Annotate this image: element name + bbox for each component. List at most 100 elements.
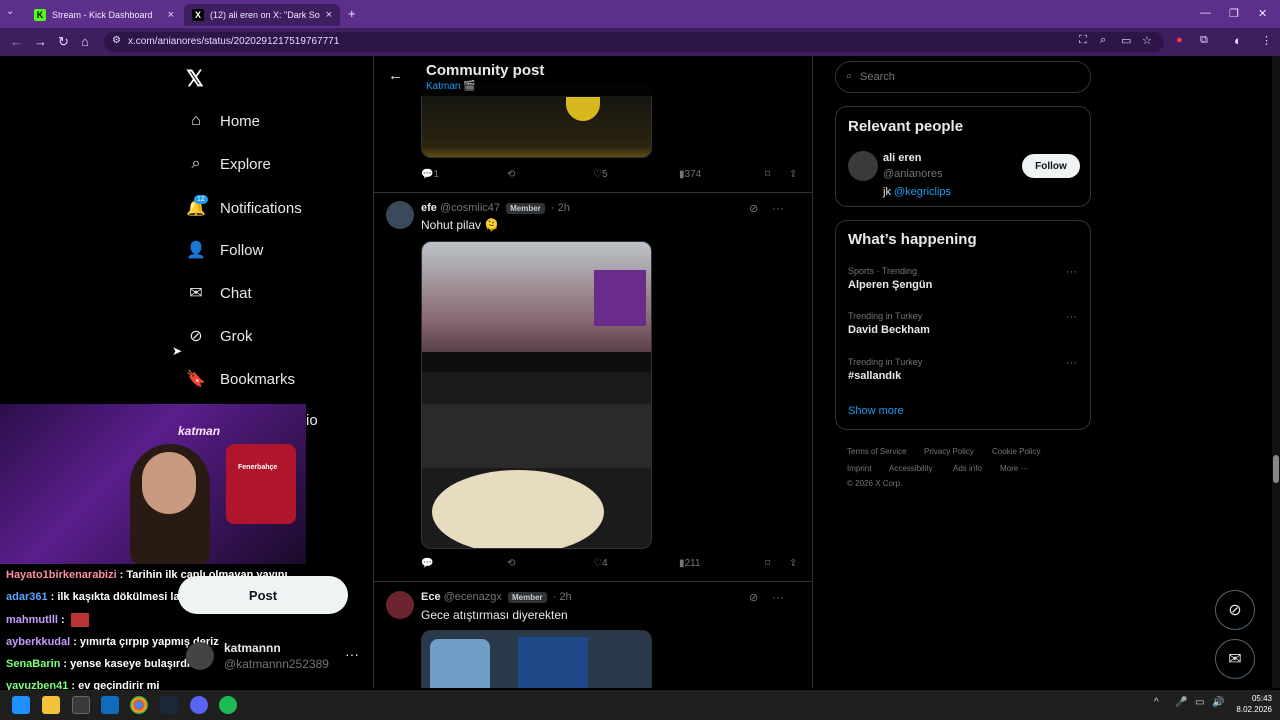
grok-icon[interactable]: ⊘: [749, 202, 758, 215]
share-icon[interactable]: ⇪: [789, 558, 797, 569]
back-arrow-icon[interactable]: ←: [388, 67, 403, 84]
spotify-icon[interactable]: [219, 696, 237, 714]
post-media[interactable]: [421, 241, 652, 549]
messages-fab-button[interactable]: ✉: [1215, 639, 1255, 679]
volume-icon[interactable]: 🔊: [1212, 697, 1224, 708]
views-icon[interactable]: ▮ 374: [679, 169, 701, 180]
nav-bookmarks[interactable]: 🔖 Bookmarks: [186, 369, 295, 389]
system-clock[interactable]: 05:43 8.02.2026: [1230, 693, 1272, 715]
footer-link[interactable]: Cookie Policy: [992, 447, 1040, 456]
maximize-icon[interactable]: ❐: [1229, 7, 1239, 20]
minimize-icon[interactable]: —: [1200, 7, 1211, 19]
close-icon[interactable]: ×: [326, 9, 332, 21]
menu-kebab-icon[interactable]: ⋮: [1261, 34, 1272, 47]
follow-button[interactable]: Follow: [1022, 154, 1080, 178]
translate-icon[interactable]: ⛶: [1079, 34, 1087, 47]
close-icon[interactable]: ×: [168, 9, 174, 21]
nav-explore[interactable]: ⌕ Explore: [186, 155, 271, 173]
reply-icon[interactable]: 💬: [421, 558, 433, 569]
views-icon[interactable]: ▮ 211: [679, 558, 700, 569]
avatar[interactable]: [848, 151, 878, 181]
site-info-icon[interactable]: ⚙: [112, 35, 121, 46]
avatar[interactable]: [386, 201, 414, 229]
nav-follow[interactable]: 👤 Follow: [186, 240, 263, 260]
footer-link[interactable]: Imprint: [847, 464, 871, 473]
trend-item[interactable]: David Beckham: [848, 324, 930, 336]
nav-home[interactable]: ⌂ Home: [186, 112, 260, 130]
new-tab-button[interactable]: +: [348, 6, 356, 21]
footer-link[interactable]: Ads info: [953, 464, 982, 473]
more-icon[interactable]: ···: [1066, 357, 1077, 369]
show-more-link[interactable]: Show more: [848, 405, 904, 417]
extension-icon[interactable]: ●: [1176, 34, 1183, 46]
scrollbar-thumb[interactable]: [1273, 455, 1279, 483]
footer-link[interactable]: Terms of Service: [847, 447, 907, 456]
account-avatar[interactable]: [186, 642, 214, 670]
bookmark-star-icon[interactable]: ☆: [1142, 34, 1152, 47]
forward-icon[interactable]: →: [34, 34, 47, 49]
reload-icon[interactable]: ↻: [58, 34, 69, 50]
microphone-icon[interactable]: 🎤: [1175, 697, 1187, 708]
repost-icon[interactable]: ⟲: [507, 558, 515, 569]
bookmark-icon[interactable]: ⌑: [765, 558, 770, 569]
nav-partial-item[interactable]: io: [306, 412, 318, 429]
like-icon[interactable]: ♡ 4: [593, 558, 608, 569]
account-more-icon[interactable]: ···: [345, 646, 359, 662]
post-media[interactable]: [421, 630, 652, 688]
back-icon[interactable]: ←: [10, 34, 23, 49]
grok-fab-button[interactable]: ⊘: [1215, 590, 1255, 630]
more-icon[interactable]: ···: [772, 201, 784, 215]
footer-link[interactable]: Privacy Policy: [924, 447, 974, 456]
community-link[interactable]: Katman 🎬: [426, 81, 476, 92]
bio-link[interactable]: @kegriclips: [894, 186, 951, 198]
more-icon[interactable]: ···: [772, 590, 784, 604]
windows-start-icon[interactable]: [12, 696, 30, 714]
file-explorer-icon[interactable]: [42, 696, 60, 714]
grok-icon[interactable]: ⊘: [749, 591, 758, 604]
more-icon[interactable]: ···: [1066, 266, 1077, 278]
post-button[interactable]: Post: [178, 576, 348, 614]
home-icon[interactable]: ⌂: [81, 34, 89, 49]
extensions-puzzle-icon[interactable]: ⧉: [1200, 34, 1208, 47]
nav-grok[interactable]: ⊘ Grok: [186, 326, 252, 346]
person-name[interactable]: ali eren: [883, 152, 922, 164]
nav-chat[interactable]: ✉ Chat: [186, 283, 251, 303]
trend-meta: Trending in Turkey: [848, 311, 923, 321]
scrollbar[interactable]: [1272, 56, 1280, 688]
share-icon[interactable]: ⇪: [789, 169, 797, 180]
nav-label: Bookmarks: [220, 370, 296, 388]
profile-avatar-icon[interactable]: ◐: [1234, 33, 1242, 48]
tab-search-icon[interactable]: ⌄: [6, 6, 14, 17]
post-author[interactable]: Ece @ecenazgx Member · 2h: [421, 591, 572, 603]
tab-kick-dashboard[interactable]: K Stream - Kick Dashboard ×: [26, 4, 182, 26]
x-logo[interactable]: 𝕏: [186, 66, 204, 92]
search-input[interactable]: ⌕ Search: [835, 61, 1091, 93]
zoom-icon[interactable]: ⌕: [1100, 34, 1106, 47]
bookmark-icon[interactable]: ⌑: [765, 169, 770, 180]
chrome-icon[interactable]: [130, 696, 148, 714]
more-icon[interactable]: ···: [1066, 311, 1077, 323]
nav-label: io: [306, 412, 318, 429]
reply-icon[interactable]: 💬 1: [421, 169, 439, 180]
footer-link[interactable]: Accessibility: [889, 464, 933, 473]
discord-icon[interactable]: [190, 696, 208, 714]
post-author[interactable]: efe @cosmiic47 Member · 2h: [421, 202, 570, 214]
cast-icon[interactable]: ▭: [1121, 34, 1131, 47]
trend-item[interactable]: Alperen Şengün: [848, 279, 932, 291]
page-title: Community post: [426, 62, 545, 79]
footer-link[interactable]: More ···: [1000, 464, 1028, 473]
outlook-icon[interactable]: [101, 696, 119, 714]
store-icon[interactable]: [72, 696, 90, 714]
steam-icon[interactable]: [160, 696, 178, 714]
tab-x-post[interactable]: X (12) ali eren on X: "Dark Souls ×: [184, 4, 340, 26]
avatar[interactable]: [386, 591, 414, 619]
account-name[interactable]: katmannn: [224, 641, 281, 655]
display-icon[interactable]: ▭: [1195, 697, 1204, 708]
trend-item[interactable]: #sallandık: [848, 370, 901, 382]
tray-chevron-icon[interactable]: ^: [1154, 697, 1159, 708]
close-window-icon[interactable]: ✕: [1258, 7, 1267, 20]
address-bar[interactable]: ⚙ x.com/anianores/status/202029121751976…: [104, 32, 1164, 52]
chat-message: ayberkkudal: yımırta çırpıp yapmış deriz: [6, 636, 219, 648]
repost-icon[interactable]: ⟲: [507, 169, 515, 180]
like-icon[interactable]: ♡ 5: [593, 169, 608, 180]
